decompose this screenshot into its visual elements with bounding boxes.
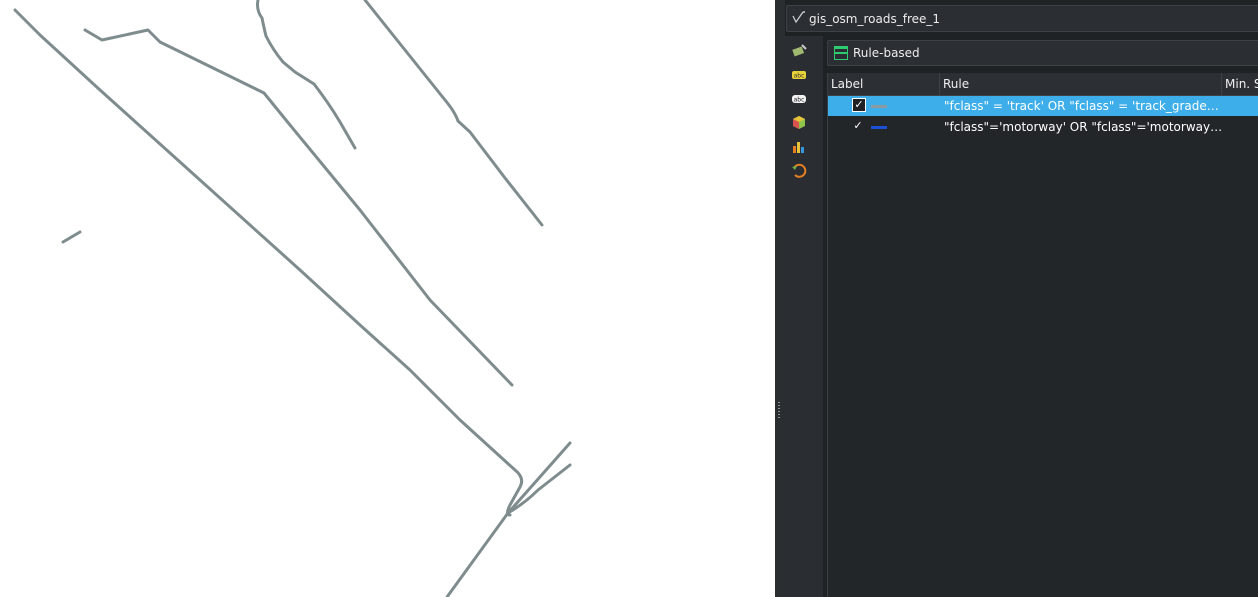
table-row[interactable]: ✓ "fclass" = 'track' OR "fclass" = 'trac… (828, 96, 1258, 116)
labels-icon[interactable]: abc (790, 66, 808, 84)
layer-select[interactable]: gis_osm_roads_free_1 (786, 5, 1258, 32)
rule-expression: "fclass" = 'track' OR "fclass" = 'track_… (944, 99, 1224, 113)
rule-based-icon (834, 46, 848, 60)
line-layer-icon (791, 10, 809, 27)
table-row[interactable]: ✓ "fclass"='motorway' OR "fclass"='motor… (828, 117, 1258, 137)
column-header-min-scale[interactable]: Min. Sc (1222, 73, 1258, 95)
splitter-grip[interactable] (778, 402, 780, 420)
symbol-swatch (871, 105, 887, 108)
svg-text:abc: abc (794, 73, 805, 80)
symbology-icon[interactable] (790, 42, 808, 60)
history-icon[interactable] (790, 162, 808, 180)
map-canvas[interactable] (0, 0, 775, 597)
road-line (363, 0, 544, 227)
layer-styling-panel: gis_osm_roads_free_1 abc abc Rule-based … (775, 0, 1258, 597)
symbol-swatch (871, 126, 887, 129)
layer-name: gis_osm_roads_free_1 (809, 11, 941, 26)
column-header-label[interactable]: Label (828, 73, 940, 95)
styling-sidebar: abc abc (785, 36, 823, 597)
3d-view-icon[interactable] (790, 114, 808, 132)
panel-splitter[interactable] (775, 0, 785, 597)
road-line (256, 0, 357, 150)
rules-table: Label Rule Min. Sc ✓ "fclass" = 'track' … (827, 73, 1258, 597)
renderer-select[interactable]: Rule-based (827, 40, 1258, 66)
rule-expression: "fclass"='motorway' OR "fclass"='motorwa… (944, 120, 1224, 134)
column-header-rule[interactable]: Rule (940, 73, 1222, 95)
road-line (61, 230, 82, 244)
map-lines (13, 0, 572, 597)
masks-icon[interactable]: abc (790, 90, 808, 108)
rule-checkbox[interactable]: ✓ (852, 120, 864, 132)
rule-checkbox[interactable]: ✓ (852, 98, 866, 112)
diagrams-icon[interactable] (790, 138, 808, 156)
renderer-label: Rule-based (853, 46, 920, 60)
road-line (13, 8, 524, 517)
svg-text:abc: abc (794, 97, 805, 104)
table-header: Label Rule Min. Sc (828, 73, 1258, 96)
road-line (83, 28, 514, 387)
